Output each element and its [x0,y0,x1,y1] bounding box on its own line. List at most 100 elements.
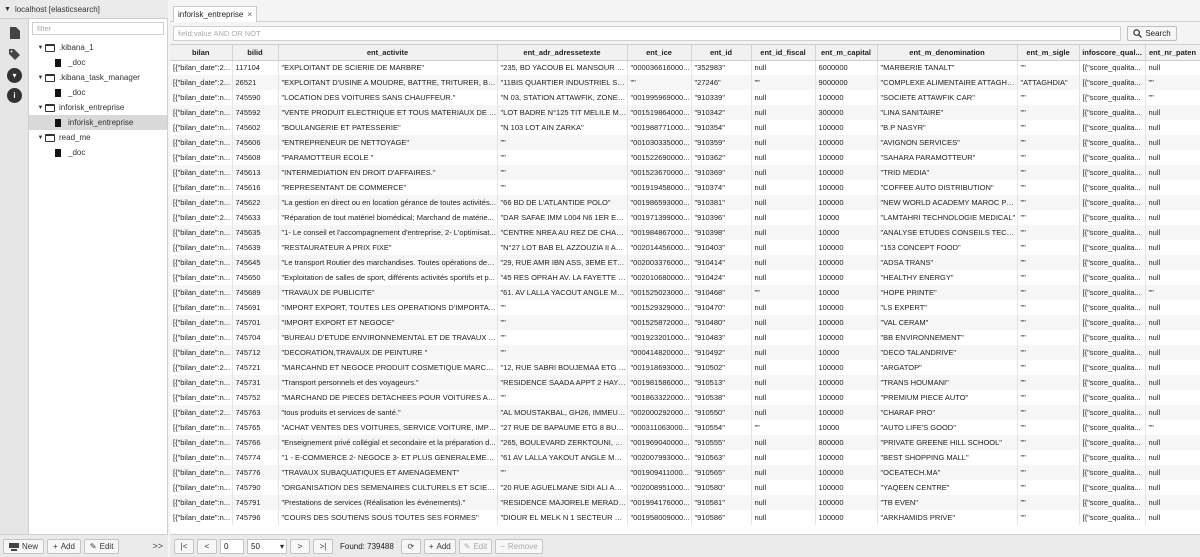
table-cell[interactable]: 745689 [232,285,279,300]
table-cell[interactable]: 100000 [815,240,878,255]
table-cell[interactable]: "153 CONCEPT FOOD" [877,240,1018,255]
table-cell[interactable]: "001986593000... [627,195,692,210]
table-cell[interactable]: 100000 [815,360,878,375]
table-cell[interactable]: null [751,60,816,75]
table-row[interactable]: [{"bilan_date":n... 745766 "Enseignement p… [170,435,1200,450]
table-cell[interactable]: [{"score_qualita... [1079,210,1146,225]
table-cell[interactable]: 26521 [232,75,279,90]
table-row[interactable]: [{"bilan_date":n... 745622 "La gestion en … [170,195,1200,210]
table-cell[interactable]: [{"bilan_date":2... [170,210,233,225]
table-cell[interactable]: 745633 [232,210,279,225]
edit-document-button[interactable]: ✎ Edit [458,538,493,554]
column-header[interactable]: bilan [170,45,233,61]
table-row[interactable]: [{"bilan_date":n... 745602 "BOULANGERIE ET… [170,120,1200,135]
table-cell[interactable]: "27246" [691,75,752,90]
table-cell[interactable]: "" [627,75,692,90]
column-header[interactable]: ent_m_denomination [877,45,1018,61]
table-row[interactable]: [{"bilan_date":2... 26521 "EXPLOITANT D'US… [170,75,1200,90]
table-cell[interactable]: "" [497,150,628,165]
page-size-select[interactable]: 50 ▾ [247,538,287,554]
table-cell[interactable]: "" [497,135,628,150]
table-cell[interactable]: null [751,120,816,135]
table-cell[interactable]: null [751,270,816,285]
table-cell[interactable]: [{"bilan_date":n... [170,225,233,240]
tag-icon[interactable] [6,46,23,63]
table-cell[interactable]: [{"bilan_date":n... [170,375,233,390]
table-cell[interactable]: "YAQEEN CENTRE" [877,480,1018,495]
table-cell[interactable]: "001918693000... [627,360,692,375]
table-cell[interactable]: null [1145,480,1200,495]
table-cell[interactable]: [{"score_qualita... [1079,510,1146,525]
table-cell[interactable]: 117104 [232,60,279,75]
table-cell[interactable]: [{"score_qualita... [1079,405,1146,420]
table-cell[interactable]: "SOCIETE ATTAWFIK CAR" [877,90,1018,105]
table-row[interactable]: [{"bilan_date":n... 745592 "VENTE PRODUIT … [170,105,1200,120]
table-cell[interactable]: [{"score_qualita... [1079,375,1146,390]
table-cell[interactable]: [{"score_qualita... [1079,60,1146,75]
table-cell[interactable]: "352983" [691,60,752,75]
table-cell[interactable]: 100000 [815,330,878,345]
table-cell[interactable]: "TRAVAUX SUBAQUATIQUES ET AMENAGEMENT" [278,465,498,480]
table-cell[interactable]: "001919458000... [627,180,692,195]
table-cell[interactable]: [{"score_qualita... [1079,435,1146,450]
table-cell[interactable]: "B.P NASYR" [877,120,1018,135]
table-cell[interactable]: "001909411000... [627,465,692,480]
table-cell[interactable]: "CHARAF PRO" [877,405,1018,420]
table-cell[interactable]: "001030335000... [627,135,692,150]
table-cell[interactable]: "002000292000... [627,405,692,420]
table-cell[interactable]: "" [1017,465,1080,480]
table-cell[interactable]: "PARAMOTTEUR ECOLE " [278,150,498,165]
table-row[interactable]: [{"bilan_date":n... 745712 "DECORATION,TRA… [170,345,1200,360]
tree-node-index[interactable]: ▼ .kibana_task_manager [29,70,167,85]
table-cell[interactable]: [{"bilan_date":n... [170,195,233,210]
table-cell[interactable]: "AL MOUSTAKBAL, GH26, IMMEUB... [497,405,628,420]
last-page-button[interactable]: >| [313,538,333,554]
table-cell[interactable]: null [1145,165,1200,180]
table-cell[interactable]: "VAL CERAM" [877,315,1018,330]
table-cell[interactable]: "Réparation de tout matériel biomédical;… [278,210,498,225]
table-cell[interactable]: 100000 [815,165,878,180]
table-cell[interactable]: [{"score_qualita... [1079,330,1146,345]
table-cell[interactable]: "910468" [691,285,752,300]
table-cell[interactable]: 100000 [815,405,878,420]
table-cell[interactable]: null [751,390,816,405]
table-cell[interactable]: 100000 [815,90,878,105]
table-cell[interactable]: "001988771000... [627,120,692,135]
table-row[interactable]: [{"bilan_date":2... 117104 "EXPLOITANT DE … [170,60,1200,75]
table-cell[interactable]: "" [751,285,816,300]
table-row[interactable]: [{"bilan_date":n... 745635 "1- Le conseil … [170,225,1200,240]
column-header[interactable]: ent_m_sigle [1017,45,1080,61]
column-header[interactable]: ent_activite [278,45,498,61]
table-cell[interactable]: 745731 [232,375,279,390]
table-cell[interactable]: "000414820000... [627,345,692,360]
table-cell[interactable]: "002014456000... [627,240,692,255]
table-cell[interactable]: "" [1017,300,1080,315]
table-cell[interactable]: "61. AV LALLA YACOUT ANGLE MU... [497,285,628,300]
table-row[interactable]: [{"bilan_date":n... 745752 "MARCHAND DE PI… [170,390,1200,405]
table-cell[interactable]: null [751,330,816,345]
table-cell[interactable]: null [751,435,816,450]
table-cell[interactable]: null [751,90,816,105]
table-cell[interactable]: "910381" [691,195,752,210]
chevron-down-icon[interactable]: ▼ [36,105,45,111]
table-cell[interactable]: 10000 [815,345,878,360]
table-cell[interactable]: "RESIDENCE SAADA APPT 2 HAY M... [497,375,628,390]
table-cell[interactable]: 745616 [232,180,279,195]
table-cell[interactable]: "INTERMEDIATION EN DROIT D'AFFAIRES." [278,165,498,180]
table-cell[interactable]: "" [497,330,628,345]
table-cell[interactable]: 745650 [232,270,279,285]
table-cell[interactable]: null [751,480,816,495]
table-cell[interactable]: [{"bilan_date":n... [170,510,233,525]
table-cell[interactable]: 100000 [815,375,878,390]
table-cell[interactable]: 100000 [815,180,878,195]
table-cell[interactable]: "VENTE PRODUIT ELECTRIQUE ET TOUS MATERI… [278,105,498,120]
table-cell[interactable]: "TRID MEDIA" [877,165,1018,180]
table-cell[interactable]: "" [1017,120,1080,135]
table-cell[interactable]: "910581" [691,495,752,510]
table-cell[interactable]: null [1145,315,1200,330]
table-row[interactable]: [{"bilan_date":n... 745590 "LOCATION DES V… [170,90,1200,105]
table-cell[interactable]: "SAHARA PARAMOTTEUR" [877,150,1018,165]
document-icon[interactable] [6,24,23,41]
table-cell[interactable]: [{"bilan_date":2... [170,60,233,75]
column-header[interactable]: infoscore_qual... [1079,45,1146,61]
